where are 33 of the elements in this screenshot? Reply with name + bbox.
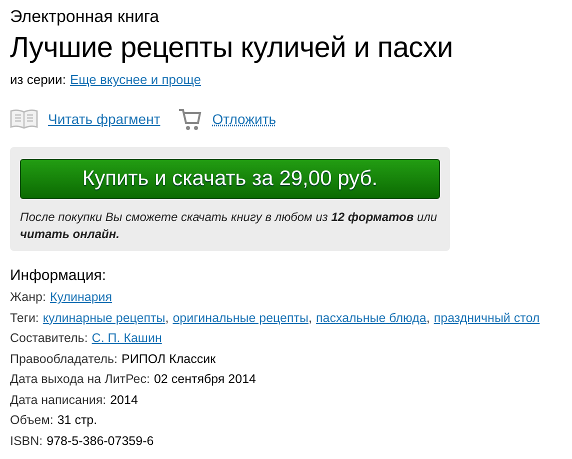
info-value: 978-5-386-07359-6 — [46, 434, 154, 448]
open-book-icon[interactable] — [10, 109, 38, 129]
info-link[interactable]: С. П. Кашин — [92, 331, 162, 345]
series-link[interactable]: Еще вкуснее и проще — [70, 72, 201, 87]
info-value: РИПОЛ Классик — [122, 352, 216, 366]
cart-icon[interactable] — [178, 107, 202, 131]
separator: , — [308, 310, 312, 324]
buy-button[interactable]: Купить и скачать за 29,00 руб. — [20, 159, 440, 199]
read-fragment-link[interactable]: Читать фрагмент — [48, 111, 160, 127]
info-link[interactable]: оригинальные рецепты — [172, 310, 308, 324]
info-value: 31 стр. — [57, 413, 98, 427]
info-link[interactable]: Кулинария — [50, 290, 112, 304]
info-heading: Информация: — [10, 266, 108, 286]
info-label: Дата написания: — [10, 392, 106, 406]
info-link[interactable]: кулинарные рецепты — [42, 310, 166, 324]
separator: , — [426, 310, 430, 324]
info-label: Теги: — [10, 310, 39, 324]
info-label: Дата выхода на ЛитРес: — [10, 372, 150, 386]
info-label: Объем: — [10, 413, 54, 427]
info-label: Жанр: — [10, 290, 46, 304]
postpone-link[interactable]: Отложить — [212, 111, 276, 127]
series-label: из серии: — [10, 72, 66, 87]
separator: , — [165, 310, 169, 324]
info-label: ISBN: — [10, 434, 43, 448]
book-title: Лучшие рецепты куличей и пасхи — [10, 31, 454, 66]
info-value: 02 сентября 2014 — [154, 372, 256, 386]
info-label: Правообладатель: — [10, 352, 118, 366]
info-link[interactable]: пасхальные блюда — [316, 310, 426, 324]
purchase-note: После покупки Вы сможете скачать книгу в любом из 12 форматов или читать онлайн. — [20, 209, 438, 243]
info-label: Составитель: — [10, 331, 88, 345]
info-value: 2014 — [110, 392, 138, 406]
info-link[interactable]: праздничный стол — [434, 310, 540, 324]
book-type-label: Электронная книга — [10, 6, 160, 28]
